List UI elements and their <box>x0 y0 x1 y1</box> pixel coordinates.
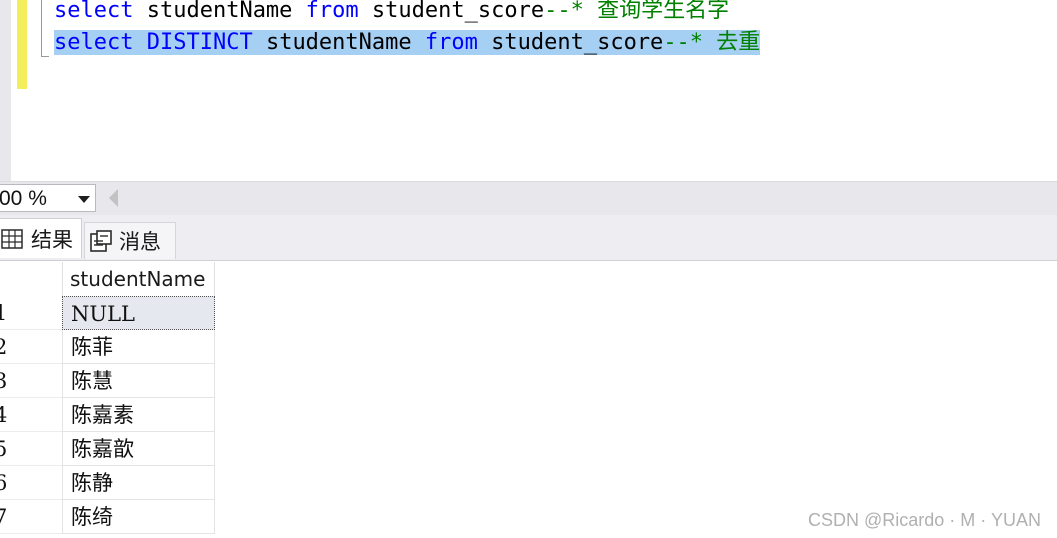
table-row[interactable]: 3 陈慧 <box>0 364 215 398</box>
outline-fold-tick <box>41 56 49 57</box>
selection-highlight: select DISTINCT studentName from student… <box>54 30 761 55</box>
table-cell[interactable]: 陈慧 <box>62 364 215 398</box>
table-row[interactable]: 4 陈嘉素 <box>0 398 215 432</box>
keyword-distinct: DISTINCT <box>133 30 253 55</box>
table-cell[interactable]: 陈菲 <box>62 330 215 364</box>
table-row[interactable]: 7 陈绮 <box>0 500 215 534</box>
table-cell[interactable]: 陈嘉素 <box>62 398 215 432</box>
row-number[interactable]: 1 <box>0 296 62 330</box>
tab-messages-label: 消息 <box>119 230 161 254</box>
keyword-select: select <box>54 30 134 55</box>
zoom-dropdown[interactable]: 00 % <box>0 184 96 212</box>
row-number[interactable]: 2 <box>0 330 62 364</box>
tab-results-label: 结果 <box>31 227 73 252</box>
row-number[interactable]: 4 <box>0 398 62 432</box>
watermark: CSDN @Ricardo · M · YUAN <box>808 510 1041 530</box>
keyword-from: from <box>424 30 478 55</box>
results-tab-strip: 结果 消息 <box>0 215 1057 261</box>
column-header-studentname[interactable]: studentName <box>62 262 215 296</box>
outline-fold-line <box>41 0 42 56</box>
change-tracking-bar <box>17 0 27 89</box>
table-row[interactable]: 1 NULL <box>0 296 215 330</box>
editor-status-bar: 00 % <box>0 181 1057 216</box>
row-number[interactable]: 7 <box>0 500 62 534</box>
table-row[interactable]: 2 陈菲 <box>0 330 215 364</box>
code-comment: --* 查询学生名字 <box>544 0 730 23</box>
table-cell[interactable]: 陈嘉歆 <box>62 432 215 466</box>
code-text: studentName <box>252 30 425 55</box>
keyword-from: from <box>305 0 359 23</box>
table-cell[interactable]: NULL <box>62 296 215 330</box>
table-row[interactable]: 5 陈嘉歆 <box>0 432 215 466</box>
code-text: student_score <box>358 0 545 23</box>
row-number[interactable]: 5 <box>0 432 62 466</box>
code-line-1[interactable]: select studentName from student_score--*… <box>54 0 729 26</box>
tab-messages[interactable]: 消息 <box>84 222 176 259</box>
table-row[interactable]: 6 陈静 <box>0 466 215 500</box>
query-editor[interactable]: select studentName from student_score--*… <box>0 0 1057 181</box>
code-text: studentName <box>133 0 306 23</box>
messages-icon <box>89 229 113 253</box>
table-cell[interactable]: 陈绮 <box>62 500 215 534</box>
chevron-down-icon[interactable] <box>78 196 90 203</box>
row-number[interactable]: 3 <box>0 364 62 398</box>
code-line-2[interactable]: select DISTINCT studentName from student… <box>54 28 761 58</box>
editor-margin <box>0 0 11 181</box>
row-number[interactable]: 6 <box>0 466 62 500</box>
keyword-select: select <box>54 0 134 23</box>
table-cell[interactable]: 陈静 <box>62 466 215 500</box>
code-comment: --* 去重 <box>663 30 761 55</box>
tab-results[interactable]: 结果 <box>0 218 82 258</box>
grid-icon <box>1 227 25 251</box>
zoom-value: 00 % <box>0 187 47 210</box>
results-grid[interactable]: studentName 1 NULL 2 陈菲 3 陈慧 4 陈嘉素 5 陈嘉歆… <box>0 262 1057 538</box>
code-text: student_score <box>477 30 664 55</box>
scroll-left-arrow-icon[interactable] <box>109 189 118 207</box>
